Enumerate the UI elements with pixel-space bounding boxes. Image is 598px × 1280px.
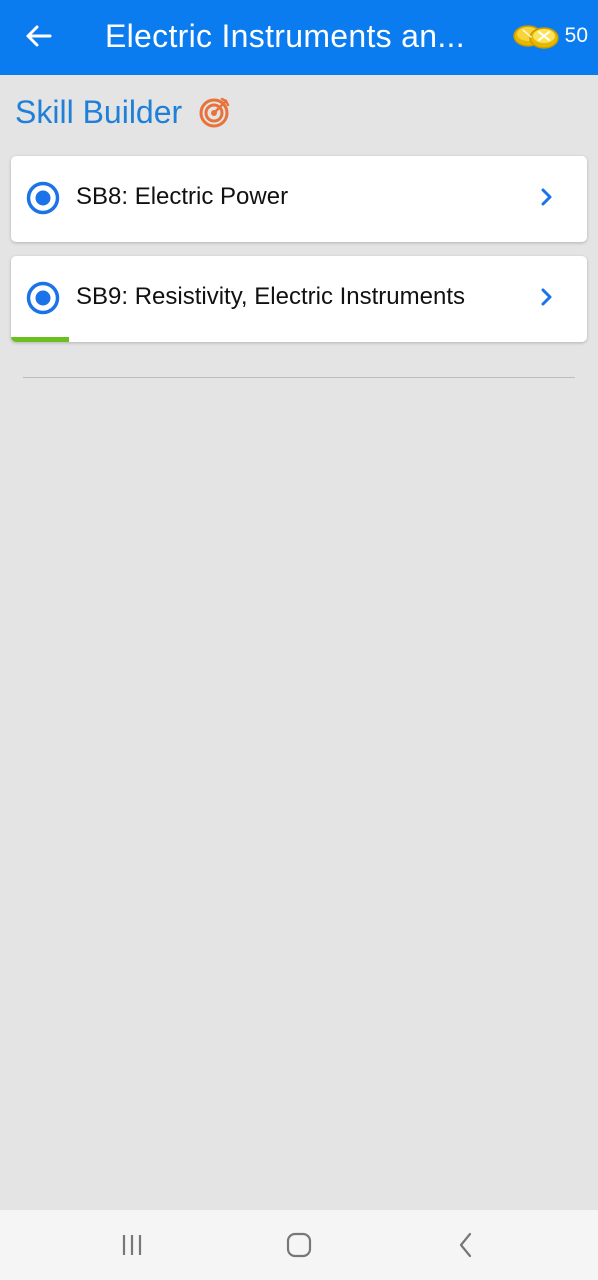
back-button[interactable] [14,14,62,58]
progress-bar [11,237,587,242]
coin-balance[interactable]: 50 [511,19,588,53]
progress-fill [11,337,69,342]
system-back-button[interactable] [446,1228,486,1262]
gold-coins-icon [512,25,559,49]
system-nav-bar [0,1210,598,1280]
recents-icon [122,1235,142,1255]
home-icon [286,1232,312,1258]
page-title: Electric Instruments an... [105,18,465,54]
section-title: Skill Builder [15,94,183,130]
divider [23,377,575,378]
radio-selected-icon [26,181,60,215]
section-header: Skill Builder [15,92,232,132]
arrow-left-icon [26,25,52,47]
chevron-right-icon [541,188,552,206]
home-button[interactable] [279,1228,319,1262]
back-chevron-icon [459,1232,472,1258]
list-item-label: SB9: Resistivity, Electric Instruments [76,283,465,310]
recents-button[interactable] [112,1228,152,1262]
app-bar: Electric Instruments an... 50 [0,0,598,75]
radio-selected-icon [26,281,60,315]
chevron-right-icon [541,288,552,306]
coin-count: 50 [564,24,588,47]
target-icon [199,97,230,128]
list-item-label: SB8: Electric Power [76,183,289,210]
progress-bar [11,337,587,342]
list-item[interactable]: SB9: Resistivity, Electric Instruments [11,256,587,342]
list-item[interactable]: SB8: Electric Power [11,156,587,242]
